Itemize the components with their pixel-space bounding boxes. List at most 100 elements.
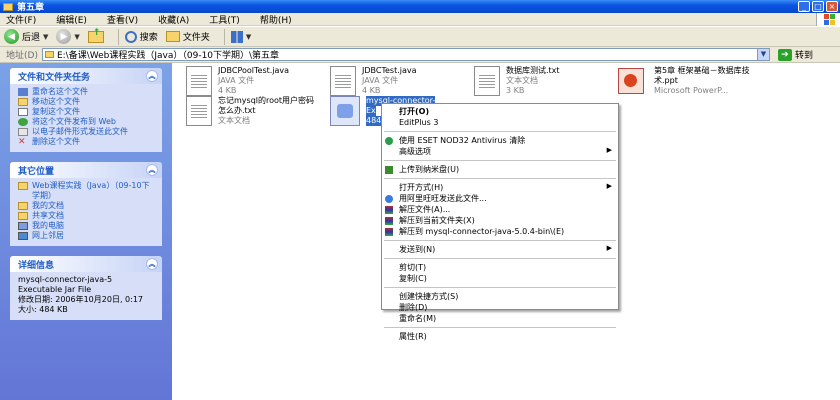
winrar-icon bbox=[385, 217, 393, 225]
ctx-advanced-options[interactable]: 高级选项 ▶ bbox=[382, 146, 618, 157]
file-tasks-panel: 文件和文件夹任务 ︽ 重命名这个文件 移动这个文件 复制这个文件 将这个文件发布… bbox=[10, 68, 162, 152]
globe-icon bbox=[18, 118, 28, 126]
jar-file-icon bbox=[330, 96, 360, 126]
menu-separator bbox=[384, 258, 616, 259]
ctx-extract-here[interactable]: 解压到当前文件夹(X) bbox=[382, 215, 618, 226]
file-item[interactable]: 忘记mysql的root用户密码怎么办.txt 文本文档 bbox=[186, 96, 318, 126]
back-button[interactable]: ◀ 后退 ▼ bbox=[4, 29, 48, 44]
winrar-icon bbox=[385, 228, 393, 236]
menu-view[interactable]: 查看(V) bbox=[107, 13, 138, 26]
other-places-header[interactable]: 其它位置 ︽ bbox=[10, 162, 162, 178]
menu-separator bbox=[384, 327, 616, 328]
menu-separator bbox=[384, 131, 616, 132]
place-my-computer[interactable]: 我的电脑 bbox=[18, 221, 156, 231]
forward-button[interactable]: ▶ ▼ bbox=[56, 29, 80, 44]
search-label: 搜索 bbox=[139, 33, 158, 43]
move-icon bbox=[18, 98, 28, 106]
menu-favorites[interactable]: 收藏(A) bbox=[158, 13, 189, 26]
search-button[interactable]: 搜索 bbox=[124, 30, 158, 43]
up-button[interactable]: ↑ bbox=[87, 28, 104, 43]
ctx-nod32-scan[interactable]: 使用 ESET NOD32 Antivirus 清除 bbox=[382, 135, 618, 146]
submenu-arrow-icon: ▶ bbox=[606, 244, 612, 252]
folder-icon bbox=[3, 2, 13, 11]
computer-icon bbox=[18, 222, 28, 230]
close-button[interactable]: × bbox=[826, 1, 838, 12]
folder-icon bbox=[165, 31, 180, 42]
submenu-arrow-icon: ▶ bbox=[606, 182, 612, 190]
ctx-extract-to-folder[interactable]: 解压到 mysql-connector-java-5.0.4-bin\(E) bbox=[382, 226, 618, 237]
ctx-delete[interactable]: 删除(D) bbox=[382, 302, 618, 313]
task-copy[interactable]: 复制这个文件 bbox=[18, 107, 156, 117]
menu-tools[interactable]: 工具(T) bbox=[209, 13, 240, 26]
task-rename[interactable]: 重命名这个文件 bbox=[18, 87, 156, 97]
menu-help[interactable]: 帮助(H) bbox=[260, 13, 292, 26]
ctx-send-aliwangwang[interactable]: 用阿里旺旺发送此文件... bbox=[382, 193, 618, 204]
chevron-down-icon: ▼ bbox=[74, 32, 80, 41]
context-menu: 打开(O) EditPlus 3 使用 ESET NOD32 Antivirus… bbox=[381, 103, 619, 341]
copy-icon bbox=[18, 108, 28, 116]
details-header[interactable]: 详细信息 ︽ bbox=[10, 256, 162, 272]
chevron-down-icon[interactable]: ▼ bbox=[756, 49, 769, 60]
ctx-rename[interactable]: 重命名(M) bbox=[382, 313, 618, 324]
collapse-chevron-icon[interactable]: ︽ bbox=[146, 164, 158, 176]
file-item[interactable]: JDBCTest.java JAVA 文件 4 KB bbox=[330, 66, 417, 96]
address-input[interactable]: E:\备课\Web课程实践（Java）（09-10下学期）\第五章 ▼ bbox=[41, 48, 770, 61]
ctx-send-to[interactable]: 发送到(N) ▶ bbox=[382, 244, 618, 255]
address-label: 地址(D) bbox=[6, 51, 38, 61]
ctx-create-shortcut[interactable]: 创建快捷方式(S) bbox=[382, 291, 618, 302]
place-parent-folder[interactable]: Web课程实践（Java）（09-10下学期） bbox=[18, 181, 156, 201]
text-file-icon bbox=[186, 66, 212, 96]
collapse-chevron-icon[interactable]: ︽ bbox=[146, 258, 158, 270]
menu-file[interactable]: 文件(F) bbox=[6, 13, 36, 26]
menu-edit[interactable]: 编辑(E) bbox=[56, 13, 87, 26]
details-modified: 修改日期: 2006年10月20日, 0:17 bbox=[18, 295, 144, 304]
aliwangwang-icon bbox=[385, 195, 393, 203]
ctx-extract-files[interactable]: 解压文件(A)... bbox=[382, 204, 618, 215]
submenu-arrow-icon: ▶ bbox=[606, 146, 612, 154]
task-publish-web[interactable]: 将这个文件发布到 Web bbox=[18, 117, 156, 127]
ctx-upload-namipan[interactable]: 上传到纳米盘(U) bbox=[382, 164, 618, 175]
folder-icon bbox=[18, 182, 28, 190]
folders-button[interactable]: 文件夹 bbox=[165, 30, 210, 43]
menu-separator bbox=[384, 178, 616, 179]
details-file-type: Executable Jar File bbox=[18, 285, 92, 294]
search-icon bbox=[124, 30, 137, 43]
ctx-copy[interactable]: 复制(C) bbox=[382, 273, 618, 284]
ctx-cut[interactable]: 剪切(T) bbox=[382, 262, 618, 273]
task-delete[interactable]: ✕ 删除这个文件 bbox=[18, 137, 156, 147]
my-documents-icon bbox=[18, 202, 28, 210]
go-arrow-icon: ➔ bbox=[777, 48, 792, 61]
file-item[interactable]: 第5章 框架基础－数据库技术.ppt Microsoft PowerP... bbox=[618, 66, 754, 96]
ctx-properties[interactable]: 属性(R) bbox=[382, 331, 618, 342]
window-title: 第五章 bbox=[17, 3, 45, 13]
ctx-open[interactable]: 打开(O) bbox=[382, 106, 618, 117]
menu-bar: 文件(F) 编辑(E) 查看(V) 收藏(A) 工具(T) 帮助(H) bbox=[0, 13, 840, 26]
views-grid-icon bbox=[230, 30, 243, 43]
ctx-open-with[interactable]: 打开方式(H) ▶ bbox=[382, 182, 618, 193]
go-button[interactable]: ➔ 转到 bbox=[777, 48, 813, 61]
views-button[interactable]: ▼ bbox=[230, 30, 251, 43]
winrar-icon bbox=[385, 206, 393, 214]
task-move[interactable]: 移动这个文件 bbox=[18, 97, 156, 107]
file-tasks-header[interactable]: 文件和文件夹任务 ︽ bbox=[10, 68, 162, 84]
place-shared-documents[interactable]: 共享文档 bbox=[18, 211, 156, 221]
details-panel: 详细信息 ︽ mysql-connector-java-5 Executable… bbox=[10, 256, 162, 320]
toolbar-separator bbox=[223, 28, 225, 45]
delete-x-icon: ✕ bbox=[18, 137, 26, 147]
rename-icon bbox=[18, 88, 28, 96]
file-tasks-title: 文件和文件夹任务 bbox=[18, 72, 91, 83]
go-label: 转到 bbox=[794, 51, 813, 61]
place-my-documents[interactable]: 我的文档 bbox=[18, 201, 156, 211]
task-email[interactable]: 以电子邮件形式发送此文件 bbox=[18, 127, 156, 137]
place-network[interactable]: 网上邻居 bbox=[18, 231, 156, 241]
file-item[interactable]: JDBCPoolTest.java JAVA 文件 4 KB bbox=[186, 66, 289, 96]
file-item[interactable]: 数据库测试.txt 文本文档 3 KB bbox=[474, 66, 560, 96]
nod32-icon bbox=[385, 137, 393, 145]
title-bar: 第五章 _ □ × bbox=[0, 0, 840, 13]
windows-logo-icon bbox=[816, 13, 840, 26]
ctx-editplus[interactable]: EditPlus 3 bbox=[382, 117, 618, 128]
maximize-button[interactable]: □ bbox=[812, 1, 824, 12]
collapse-chevron-icon[interactable]: ︽ bbox=[146, 70, 158, 82]
toolbar: ◀ 后退 ▼ ▶ ▼ ↑ 搜索 文件夹 ▼ bbox=[0, 27, 840, 47]
minimize-button[interactable]: _ bbox=[798, 1, 810, 12]
